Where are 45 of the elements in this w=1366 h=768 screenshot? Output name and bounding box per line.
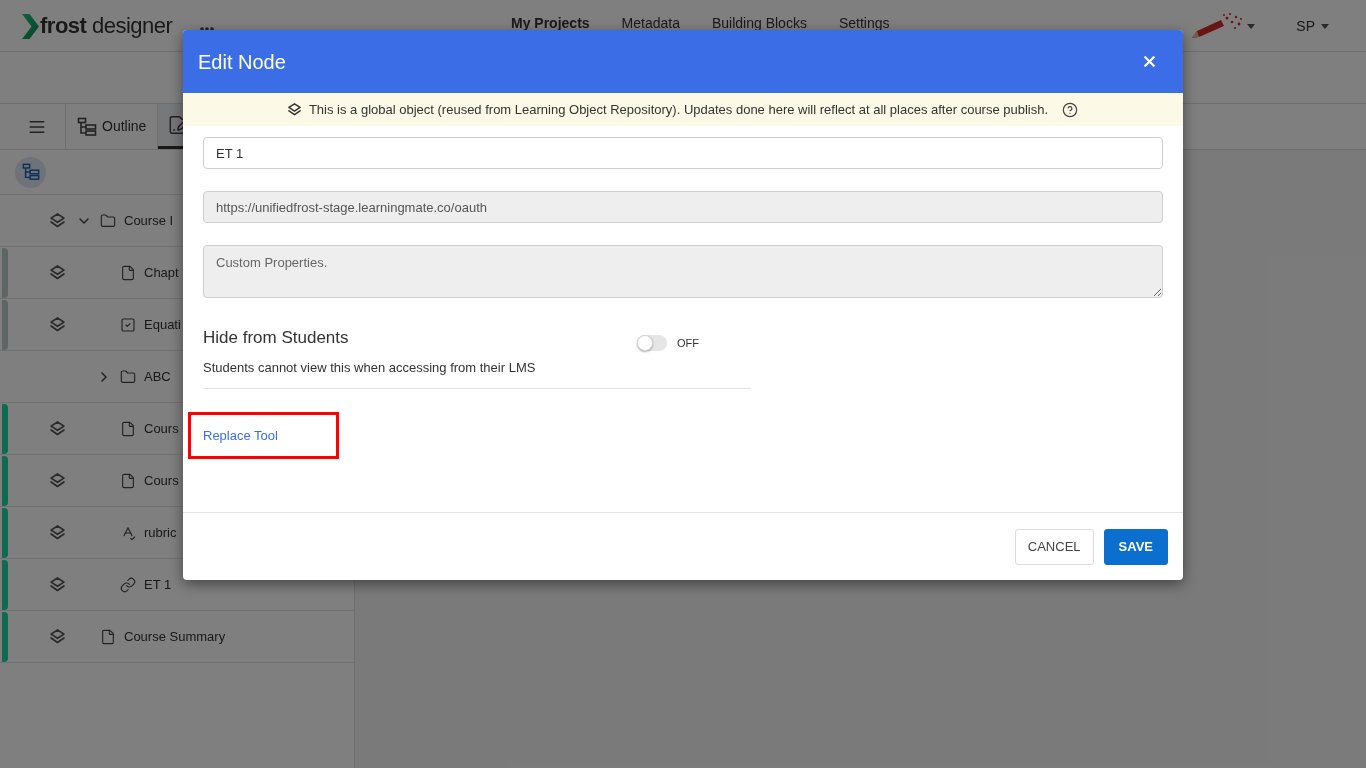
checkbox-icon: [120, 316, 136, 333]
caret-down-icon: [1247, 23, 1256, 29]
pencil-logo-icon: [1191, 12, 1244, 40]
nav-link[interactable]: Building Blocks: [711, 15, 807, 31]
close-icon[interactable]: [1141, 53, 1158, 70]
notice-text: This is a global object (reused from Learning Object Repository). Updates done here will reflect at all places after course publish.: [308, 100, 1049, 119]
toggle-switch[interactable]: [637, 335, 667, 352]
tree-view-button[interactable]: [15, 156, 46, 188]
page-icon: [120, 264, 136, 281]
outline-item[interactable]: Equati: [144, 314, 181, 335]
page-icon: [100, 628, 116, 645]
folder-icon: [100, 212, 116, 229]
page-icon: [120, 472, 136, 489]
nav-link[interactable]: My Projects: [511, 15, 590, 31]
chevron-logo-icon: [22, 13, 39, 39]
cancel-button[interactable]: CANCEL: [1014, 528, 1094, 565]
outline-item[interactable]: Cours: [144, 470, 179, 491]
replace-tool-link[interactable]: Replace Tool: [203, 425, 278, 446]
setting-title: Hide from Students: [203, 328, 350, 348]
user-initials[interactable]: SP: [1296, 15, 1315, 37]
layers-icon: [287, 103, 301, 116]
outline-item[interactable]: Cours: [144, 418, 179, 439]
page-icon: [120, 420, 136, 437]
folder-icon: [120, 368, 136, 385]
dialog-title: Edit Node: [198, 49, 286, 75]
outline-item[interactable]: rubric: [144, 522, 177, 543]
outline-item[interactable]: ET 1: [144, 574, 172, 595]
toggle-state-label: OFF: [677, 336, 699, 351]
ellipsis-icon[interactable]: [200, 26, 215, 31]
outline-item[interactable]: Course I: [124, 210, 174, 231]
outline-item[interactable]: Chapt: [144, 262, 179, 283]
nav-link[interactable]: Settings: [838, 15, 890, 31]
outline-item[interactable]: ABC: [144, 366, 171, 387]
text-field[interactable]: ET 1: [203, 137, 1163, 169]
help-icon[interactable]: [1062, 101, 1079, 118]
caret-down-icon: [1321, 23, 1329, 29]
save-button[interactable]: SAVE: [1103, 528, 1168, 565]
outline-item[interactable]: Course Summary: [124, 626, 226, 647]
spell-check-icon: [120, 524, 136, 541]
tree-icon: [77, 116, 97, 137]
setting-description: Students cannot view this when accessing from their LMS: [203, 360, 537, 376]
logo-wordmark: frost designer: [40, 13, 173, 39]
tree-icon: [21, 163, 40, 181]
nav-link[interactable]: Metadata: [621, 15, 680, 31]
link-icon: [120, 576, 136, 593]
